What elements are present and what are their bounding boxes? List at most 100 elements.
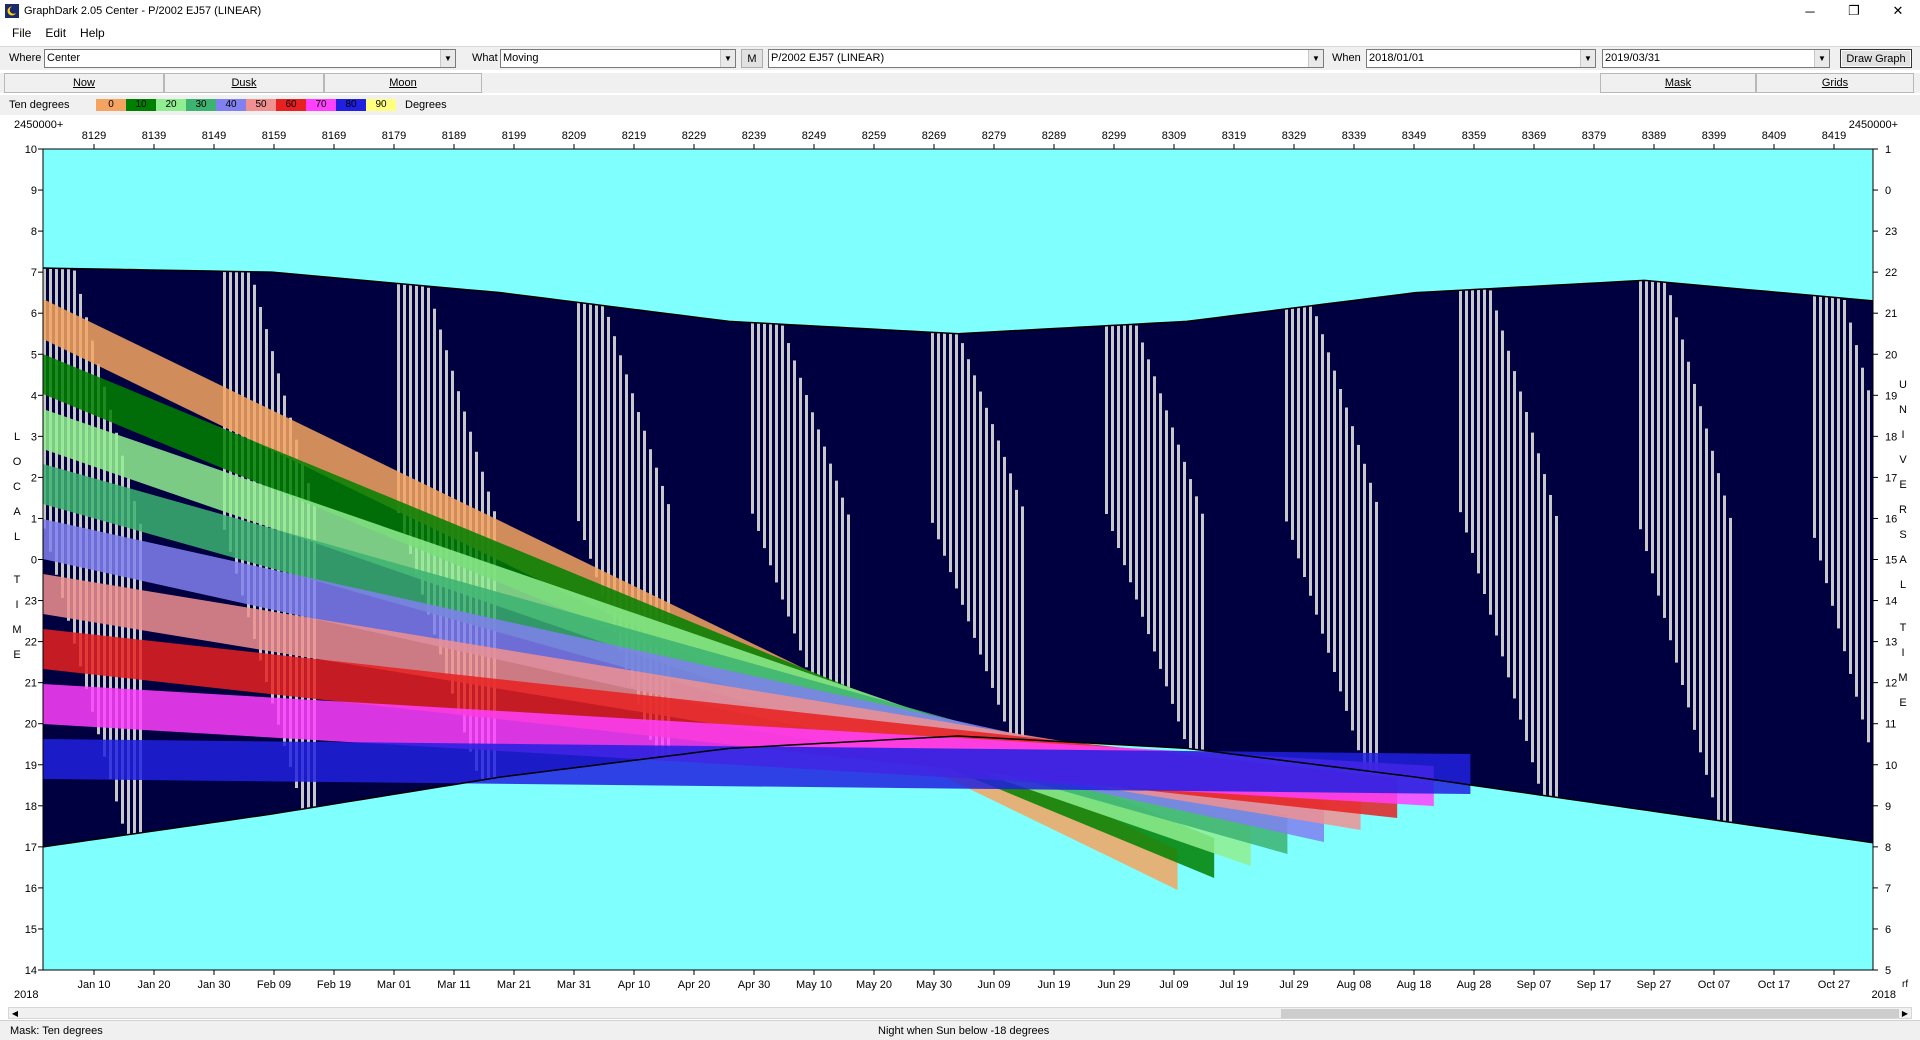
universal-time-axis-label: V [1899,454,1907,466]
moon-bar [757,322,760,531]
moon-bar [1513,371,1516,699]
status-bar: Mask: Ten degrees Night when Sun below -… [0,1020,1920,1040]
scroll-right-icon[interactable]: ▶ [1899,1008,1911,1018]
when-start-value: 2018/01/01 [1369,52,1425,64]
when-end-select[interactable]: 2019/03/31 ▼ [1602,49,1830,68]
moon-bar [751,322,754,514]
moon-bar [769,323,772,566]
legend-swatch: 90 [366,99,396,111]
universal-time-axis-label: A [1899,554,1907,566]
moon-bar [1171,427,1174,704]
menu-file[interactable]: File [5,26,38,40]
moon-bar [601,305,604,596]
moon-bar [1681,339,1684,686]
moon-bar [1327,352,1330,653]
close-button[interactable]: ✕ [1876,0,1920,22]
moon-bar [967,359,970,622]
local-time-axis-label: E [13,649,20,661]
moon-bar [979,391,982,655]
moon-bar [1153,376,1156,652]
moon-bar [997,440,1000,705]
moon-bar [1729,517,1732,823]
legend-swatch: 50 [246,99,276,111]
moon-bar [763,323,766,549]
where-select[interactable]: Center ▼ [44,49,456,68]
what-value: Moving [503,52,539,64]
universal-time-axis-label: T [1900,622,1907,634]
when-start-select[interactable]: 2018/01/01 ▼ [1366,49,1596,68]
jd-tick-label: 8289 [1042,130,1066,142]
chevron-down-icon[interactable]: ▼ [1814,50,1829,67]
m-button[interactable]: M [741,49,763,68]
left-hour-label: 0 [31,555,37,567]
moon-bar [1525,411,1528,741]
left-hour-label: 1 [31,513,37,525]
chevron-down-icon[interactable]: ▼ [440,50,455,67]
horizontal-scrollbar[interactable]: ◀ ▶ [8,1007,1912,1019]
moon-bar [1651,280,1654,574]
moon-bar [1723,495,1726,822]
local-time-axis-label: C [13,481,21,493]
right-hour-label: 5 [1885,965,1891,977]
date-tick-label: Aug 18 [1397,979,1432,991]
left-hour-label: 14 [25,965,37,977]
jd-tick-label: 8129 [82,130,106,142]
darkness-graph[interactable]: 8129 8139 8149 8159 8169 8179 8189 8199 8209 8219… [0,115,1920,1008]
moon-button[interactable]: Moon [324,73,482,93]
minimize-button[interactable]: ─ [1788,0,1832,22]
menu-help[interactable]: Help [73,26,112,40]
date-tick-label: Apr 10 [618,979,650,991]
left-hour-label: 9 [31,185,37,197]
menu-edit[interactable]: Edit [38,26,73,40]
jd-tick-label: 8149 [202,130,226,142]
moon-bar [943,332,946,556]
menu-bar: File Edit Help [0,22,1920,44]
moon-bar [1537,453,1540,784]
legend-swatch: 0 [96,99,126,111]
universal-time-axis-label: L [1900,579,1906,591]
scroll-thumb[interactable] [1281,1009,1899,1018]
what-select[interactable]: Moving ▼ [500,49,736,68]
jd-prefix-right: 2450000+ [1849,119,1898,131]
universal-time-axis-label: U [1899,379,1907,391]
moon-bar [1555,515,1558,798]
local-time-axis-label: T [14,574,21,586]
universal-time-axis-label: E [1899,479,1906,491]
mask-button[interactable]: Mask [1600,73,1756,93]
moon-bar [1009,473,1012,739]
moon-bar [1867,390,1870,743]
moon-bar [1717,473,1720,820]
moon-bar [1459,290,1462,513]
right-corner-label: rf [1902,979,1908,990]
moon-bar [949,333,952,573]
year-right: 2018 [1872,989,1896,1001]
draw-graph-button[interactable]: Draw Graph [1840,49,1912,68]
date-tick-label: Jun 09 [977,979,1010,991]
chevron-down-icon[interactable]: ▼ [720,50,735,67]
moon-bar [1477,289,1480,574]
chevron-down-icon[interactable]: ▼ [1580,50,1595,67]
moon-bar [1705,428,1708,775]
universal-time-axis-label: M [1898,672,1907,684]
moon-bar [1843,300,1846,652]
right-hour-label: 22 [1885,267,1897,279]
date-tick-label: Jan 20 [137,979,170,991]
dusk-button[interactable]: Dusk [164,73,324,93]
toolbar: Where Center ▼ What Moving ▼ M P/2002 EJ… [0,46,1920,70]
jd-prefix-left: 2450000+ [14,119,63,131]
moon-bar [1117,325,1120,549]
now-button[interactable]: Now [4,73,164,93]
scroll-left-icon[interactable]: ◀ [9,1008,21,1018]
moon-bar [1675,317,1678,663]
object-select[interactable]: P/2002 EJ57 (LINEAR) ▼ [768,49,1324,68]
chevron-down-icon[interactable]: ▼ [1308,50,1323,67]
moon-bar [1465,290,1468,533]
grids-button[interactable]: Grids [1756,73,1914,93]
moon-bar [583,303,586,540]
moon-bar [1495,310,1498,636]
maximize-button[interactable]: ❐ [1832,0,1876,22]
moon-bar [1813,295,1816,538]
left-hour-label: 20 [25,719,37,731]
right-hour-label: 10 [1885,760,1897,772]
moon-bar [1549,494,1552,797]
